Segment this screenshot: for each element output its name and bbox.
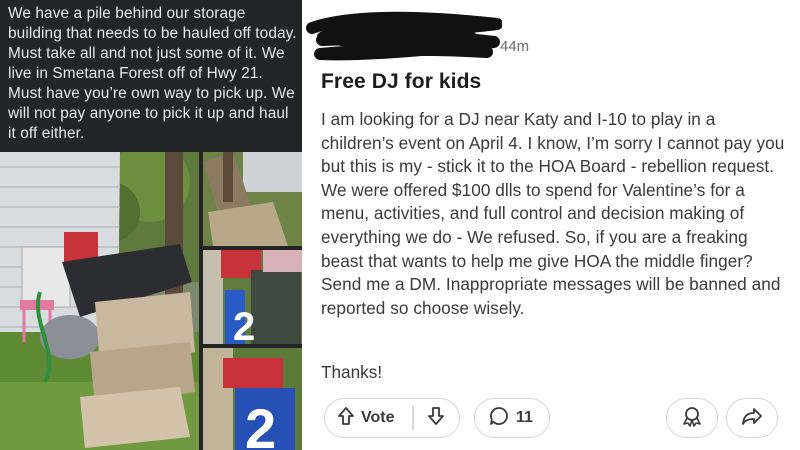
- upvote-button[interactable]: Vote: [325, 399, 412, 437]
- wood-debris-photo[interactable]: [203, 152, 302, 246]
- redacted-username: [302, 10, 503, 62]
- post-body: I am looking for a DJ near Katy and I-10…: [321, 109, 785, 318]
- comment-bubble-icon: [489, 406, 509, 431]
- svg-text:2: 2: [233, 305, 255, 344]
- post-signoff: Thanks!: [321, 362, 383, 382]
- upvote-arrow-icon: [337, 406, 355, 431]
- post-title[interactable]: Free DJ for kids: [321, 70, 481, 94]
- right-post-screenshot: 44m Free DJ for kids I am looking for a …: [302, 0, 800, 450]
- award-icon: [681, 405, 703, 432]
- comment-count: 11: [516, 409, 533, 426]
- left-post-screenshot: We have a pile behind our storage buildi…: [0, 0, 302, 450]
- post-timestamp: 44m: [500, 38, 530, 55]
- share-arrow-icon: [741, 406, 763, 431]
- left-post-text: We have a pile behind our storage buildi…: [8, 5, 297, 142]
- yard-sign-photo[interactable]: 2: [203, 348, 302, 450]
- vote-label: Vote: [361, 409, 395, 426]
- award-button[interactable]: [666, 398, 718, 438]
- vote-control: Vote: [324, 398, 460, 438]
- svg-text:2: 2: [245, 397, 276, 450]
- post-action-bar: Vote 11: [302, 398, 800, 440]
- downvote-button[interactable]: [414, 399, 459, 437]
- bins-crates-photo[interactable]: 2: [203, 250, 302, 344]
- comments-button[interactable]: 11: [474, 398, 550, 438]
- share-button[interactable]: [726, 398, 778, 438]
- downvote-arrow-icon: [427, 406, 445, 431]
- junk-pile-photo[interactable]: [0, 152, 199, 450]
